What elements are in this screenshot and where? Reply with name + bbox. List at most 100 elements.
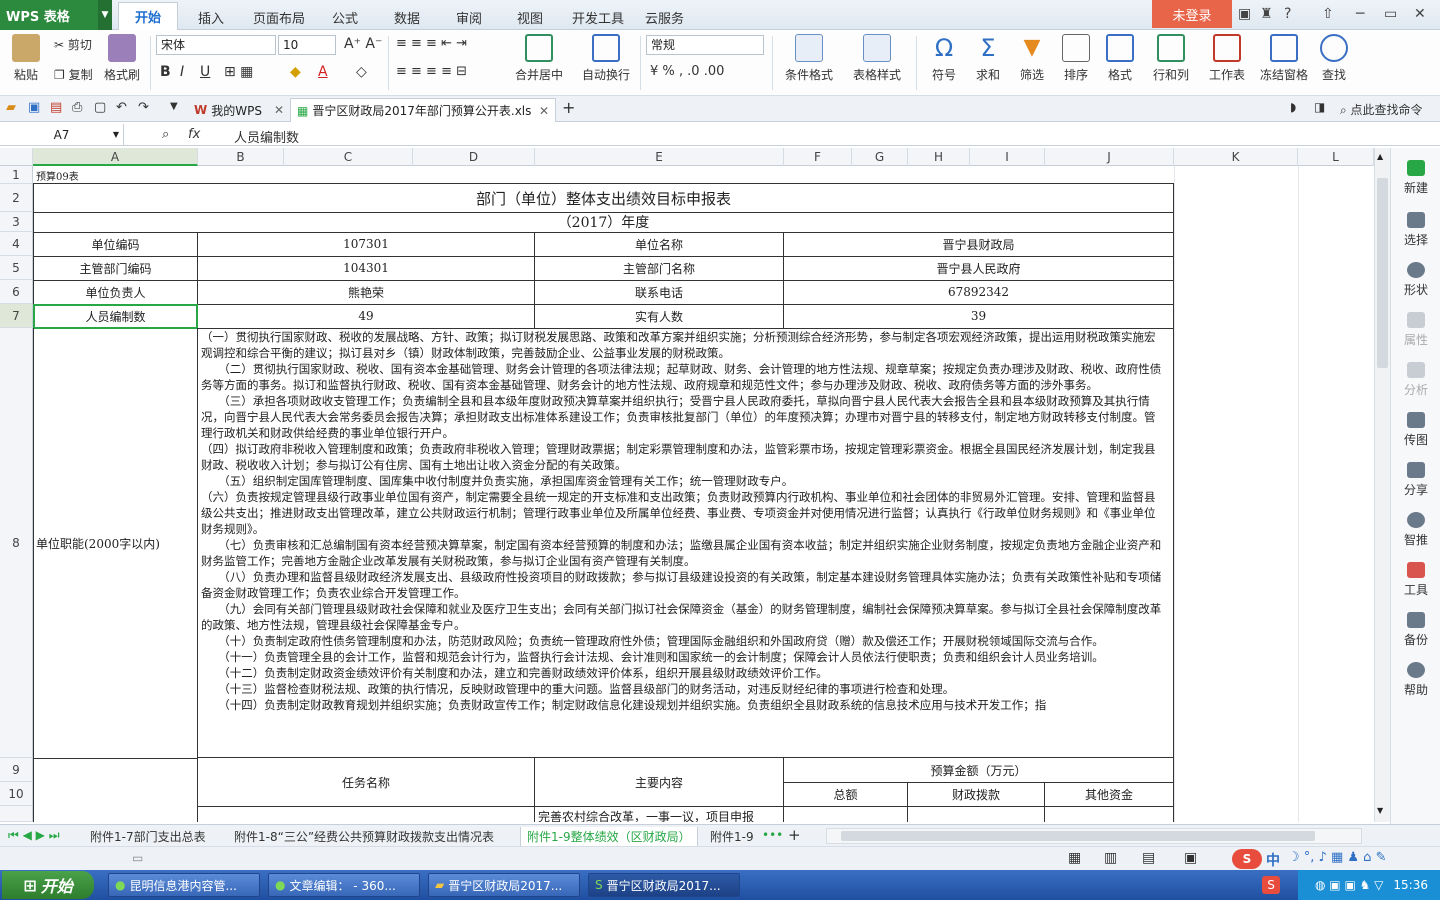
spreadsheet-grid[interactable]: 1 2 3 4 5 6 7 8 9 10 预算09表 部门（单位）整体支出绩效目…	[0, 166, 1374, 822]
eye-protect-icon[interactable]: ▣	[1184, 850, 1197, 866]
report-title[interactable]: 部门（单位）整体支出绩效目标申报表	[33, 183, 1174, 213]
column-header-J[interactable]: J	[1045, 148, 1174, 166]
bold-icon[interactable]: B	[160, 64, 171, 80]
add-sheet-icon[interactable]: +	[788, 826, 801, 844]
scroll-up-icon[interactable]: ▲	[1377, 152, 1383, 161]
value-unit-name[interactable]: 晋宁县财政局	[784, 232, 1174, 257]
tab-insert[interactable]: 插入	[198, 8, 224, 27]
rows-cols-button[interactable]: 行和列	[1146, 34, 1196, 83]
taskbar-item-browser-1[interactable]: ● 昆明信息港内容管...	[108, 873, 260, 897]
sheet-tab[interactable]: 附件1-7部门支出总表	[84, 827, 212, 847]
print-icon[interactable]: ⎙	[72, 100, 82, 115]
merge-center-button[interactable]: 合并居中	[508, 34, 570, 83]
header-total[interactable]: 总额	[784, 782, 908, 807]
table-code[interactable]: 预算09表	[36, 168, 79, 183]
normal-view-icon[interactable]: ▦	[1068, 850, 1081, 866]
total-cell[interactable]	[784, 806, 908, 822]
row-header-11[interactable]	[0, 806, 33, 822]
tab-home[interactable]: 开始	[118, 2, 178, 30]
tab-my-wps[interactable]: W 我的WPS ✕	[188, 98, 290, 122]
label-dept-name[interactable]: 主管部门名称	[535, 256, 784, 281]
command-search[interactable]: ⌕ 点此查找命令	[1340, 101, 1423, 118]
sidebar-select[interactable]: 选择	[1391, 212, 1440, 248]
sogou-ime-icon[interactable]: S	[1232, 849, 1262, 869]
column-header-L[interactable]: L	[1298, 148, 1374, 166]
column-header-B[interactable]: B	[198, 148, 284, 166]
value-unit-code[interactable]: 107301	[198, 232, 535, 257]
underline-icon[interactable]: U	[200, 64, 210, 80]
new-tab-icon[interactable]: +	[562, 98, 575, 117]
zoom-icon[interactable]: ⌕	[162, 127, 169, 142]
cut-button[interactable]: ✂ 剪切	[54, 36, 92, 53]
sort-button[interactable]: 排序	[1056, 34, 1096, 83]
reading-mode-icon[interactable]: ▤	[1142, 850, 1155, 866]
sogou-tray-icon[interactable]: S	[1262, 876, 1280, 894]
label-unit-functions[interactable]: 单位职能(2000字以内)	[33, 328, 198, 759]
value-dept-name[interactable]: 晋宁县人民政府	[784, 256, 1174, 281]
column-header-C[interactable]: C	[284, 148, 413, 166]
font-family-select[interactable]: 宋体	[156, 35, 276, 55]
row-header-6[interactable]: 6	[0, 280, 33, 304]
name-box[interactable]: A7 ▼	[0, 124, 124, 146]
wrap-text-button[interactable]: 自动换行	[578, 34, 634, 83]
font-size-select[interactable]: 10	[278, 35, 336, 55]
other-cell[interactable]	[1045, 806, 1174, 822]
sidebar-recommend[interactable]: 智推	[1391, 512, 1440, 548]
italic-icon[interactable]: I	[180, 64, 184, 80]
number-format-select[interactable]: 常规	[646, 35, 764, 55]
label-unit-head[interactable]: 单位负责人	[33, 280, 198, 305]
save-icon[interactable]: ▣	[28, 100, 40, 115]
sidebar-share[interactable]: 分享	[1391, 462, 1440, 498]
column-header-K[interactable]: K	[1174, 148, 1298, 166]
sum-button[interactable]: Σ 求和	[968, 34, 1008, 83]
clock[interactable]: 15:36	[1393, 878, 1428, 892]
table-style-button[interactable]: 表格样式	[846, 34, 908, 83]
align-top-icon[interactable]: ≡ ≡ ≡ ⇤ ⇥	[396, 36, 467, 51]
format-painter-button[interactable]: 格式刷	[104, 34, 140, 83]
column-header-A[interactable]: A	[33, 148, 198, 166]
format-button[interactable]: 格式	[1100, 34, 1140, 83]
scroll-thumb[interactable]	[1377, 178, 1388, 368]
value-unit-head[interactable]: 熊艳荣	[198, 280, 535, 305]
select-all-corner[interactable]	[0, 148, 33, 166]
help-icon[interactable]: ?	[1284, 6, 1291, 22]
close-icon[interactable]: ✕	[274, 103, 284, 117]
forward-icon[interactable]: ◨	[1314, 100, 1325, 114]
taskbar-item-folder[interactable]: ▰ 晋宁区财政局2017...	[428, 873, 580, 897]
tab-cloud[interactable]: 云服务	[645, 8, 684, 27]
vertical-scrollbar[interactable]: ▲ ▼	[1374, 148, 1390, 822]
label-staff-quota[interactable]: 人员编制数	[33, 304, 198, 329]
sidebar-upload-image[interactable]: 传图	[1391, 412, 1440, 448]
tab-page-layout[interactable]: 页面布局	[253, 8, 305, 27]
minimize-icon[interactable]: ─	[1356, 6, 1364, 22]
header-task-name[interactable]: 任务名称	[198, 758, 535, 807]
scroll-down-icon[interactable]: ▼	[1377, 806, 1383, 815]
sidebar-help[interactable]: 帮助	[1391, 662, 1440, 698]
tab-developer[interactable]: 开发工具	[572, 8, 624, 27]
column-header-I[interactable]: I	[970, 148, 1045, 166]
sidebar-properties[interactable]: 属性	[1391, 312, 1440, 348]
more-sheets-icon[interactable]: •••	[762, 828, 783, 842]
main-content-cell[interactable]: 完善农村综合改革，一事一议，项目申报	[535, 806, 784, 822]
value-actual-staff[interactable]: 39	[784, 304, 1174, 329]
copy-button[interactable]: ❐ 复制	[54, 66, 93, 83]
border-icon[interactable]: ⊞ ▦	[224, 64, 253, 80]
header-budget-amount[interactable]: 预算金额（万元）	[784, 758, 1174, 783]
restore-ribbon-icon[interactable]: ⇧	[1322, 6, 1334, 22]
label-unit-code[interactable]: 单位编码	[33, 232, 198, 257]
label-phone[interactable]: 联系电话	[535, 280, 784, 305]
close-icon[interactable]: ✕	[539, 104, 549, 118]
clear-format-icon[interactable]: ◇	[356, 64, 367, 80]
value-staff-quota[interactable]: 49	[198, 304, 535, 329]
label-actual-staff[interactable]: 实有人数	[535, 304, 784, 329]
sheet-tab[interactable]: 附件1-9	[704, 827, 760, 847]
skin-icon[interactable]: ▣	[1238, 6, 1251, 22]
column-header-H[interactable]: H	[908, 148, 970, 166]
maximize-icon[interactable]: ▭	[1384, 6, 1397, 22]
value-dept-code[interactable]: 104301	[198, 256, 535, 281]
row-header-3[interactable]: 3	[0, 212, 33, 232]
sidebar-analysis[interactable]: 分析	[1391, 362, 1440, 398]
unit-functions-cell[interactable]: （一）贯彻执行国家财政、税收的发展战略、方针、政策；拟订财税发展思路、政策和改革…	[198, 328, 1174, 758]
task-block-left[interactable]	[33, 758, 198, 822]
freeze-panes-button[interactable]: 冻结窗格	[1256, 34, 1312, 83]
